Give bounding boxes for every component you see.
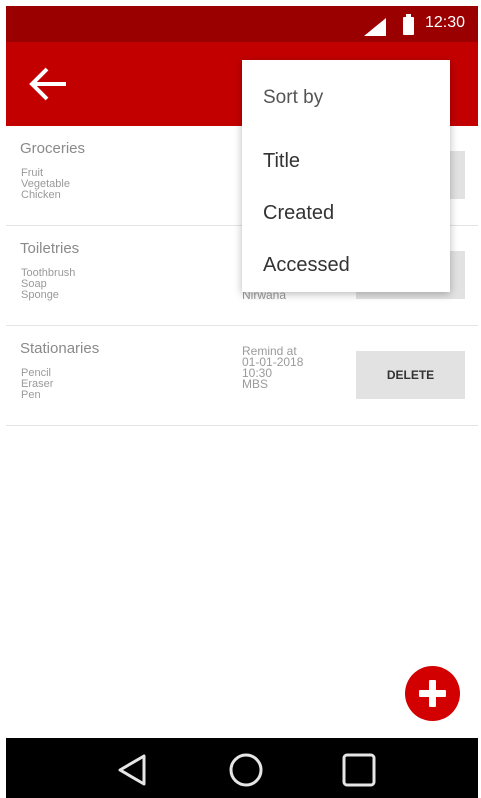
phone-screen: 12:30 Groceries Fruit Vegetable Chicken … — [6, 6, 478, 798]
navigation-bar — [6, 738, 478, 798]
list-entries: Toothbrush Soap Sponge — [21, 268, 75, 301]
sort-menu-header: Sort by — [263, 87, 324, 108]
status-time: 12:30 — [425, 14, 466, 31]
list-title: Toiletries — [20, 240, 80, 257]
remind-line: MBS — [242, 377, 269, 391]
status-bar: 12:30 — [6, 6, 478, 42]
list-entry: Chicken — [21, 189, 61, 201]
list-entries: Fruit Vegetable Chicken — [21, 168, 70, 201]
sort-option-accessed[interactable]: Accessed — [263, 254, 350, 277]
list-title: Groceries — [20, 140, 86, 157]
battery-icon — [403, 14, 414, 35]
plus-icon-vertical — [429, 680, 436, 707]
sort-menu: Sort by Title Created Accessed — [242, 60, 450, 292]
list-entry: Pen — [21, 389, 41, 401]
arrow-left-icon[interactable] — [28, 66, 68, 102]
remind-info: Remind at 01-01-2018 10:30 MBS — [242, 345, 303, 391]
list-entry: Sponge — [21, 289, 59, 301]
sort-option-created[interactable]: Created — [263, 202, 334, 225]
home-circle-icon[interactable] — [226, 750, 266, 790]
signal-icon — [364, 18, 386, 36]
recents-square-icon[interactable] — [339, 750, 379, 790]
list-item[interactable]: Stationaries Pencil Eraser Pen Remind at… — [6, 326, 478, 426]
list-entries: Pencil Eraser Pen — [21, 368, 53, 401]
add-list-button[interactable] — [405, 666, 460, 721]
sort-option-title[interactable]: Title — [263, 150, 300, 173]
delete-button[interactable]: DELETE — [356, 351, 465, 399]
back-triangle-icon[interactable] — [112, 750, 152, 790]
list-title: Stationaries — [20, 340, 100, 357]
